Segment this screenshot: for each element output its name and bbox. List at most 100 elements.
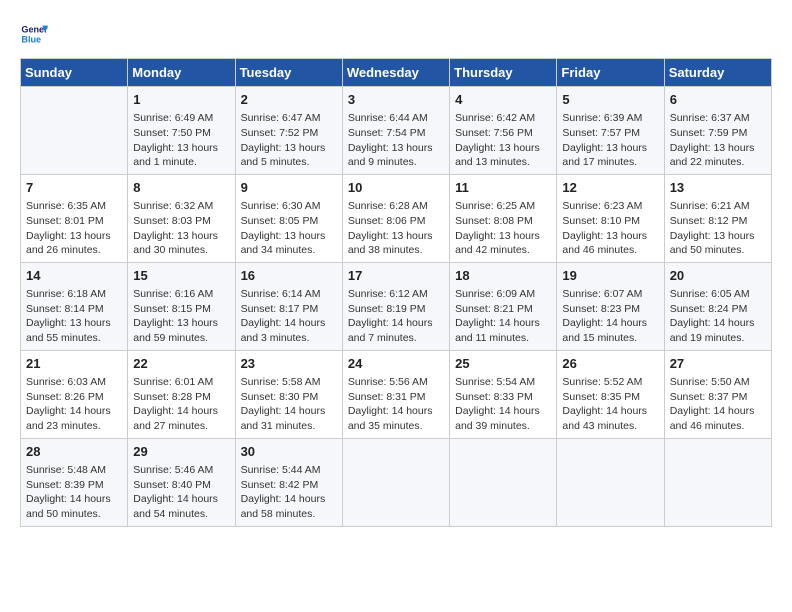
day-number: 14 xyxy=(26,267,122,285)
day-number: 9 xyxy=(241,179,337,197)
day-info: Sunrise: 6:25 AMSunset: 8:08 PMDaylight:… xyxy=(455,199,551,258)
day-info: Sunrise: 6:05 AMSunset: 8:24 PMDaylight:… xyxy=(670,287,766,346)
day-cell: 14 Sunrise: 6:18 AMSunset: 8:14 PMDayligh… xyxy=(21,262,128,350)
day-cell: 21Sunrise: 6:03 AMSunset: 8:26 PMDayligh… xyxy=(21,350,128,438)
day-cell: 10 Sunrise: 6:28 AMSunset: 8:06 PMDayligh… xyxy=(342,174,449,262)
day-info: Sunrise: 5:48 AMSunset: 8:39 PMDaylight:… xyxy=(26,463,122,522)
header-wednesday: Wednesday xyxy=(342,59,449,87)
day-info: Sunrise: 6:12 AMSunset: 8:19 PMDaylight:… xyxy=(348,287,444,346)
day-number: 13 xyxy=(670,179,766,197)
day-number: 12 xyxy=(562,179,658,197)
day-info: Sunrise: 6:47 AMSunset: 7:52 PMDaylight:… xyxy=(241,111,337,170)
day-info: Sunrise: 6:35 AMSunset: 8:01 PMDaylight:… xyxy=(26,199,122,258)
logo-icon: General Blue xyxy=(20,20,48,48)
day-info: Sunrise: 6:16 AMSunset: 8:15 PMDaylight:… xyxy=(133,287,229,346)
header-friday: Friday xyxy=(557,59,664,87)
day-number: 2 xyxy=(241,91,337,109)
day-cell: 28 Sunrise: 5:48 AMSunset: 8:39 PMDayligh… xyxy=(21,438,128,526)
day-cell: 4 Sunrise: 6:42 AMSunset: 7:56 PMDaylight… xyxy=(450,87,557,175)
day-number: 30 xyxy=(241,443,337,461)
day-info: Sunrise: 6:01 AMSunset: 8:28 PMDaylight:… xyxy=(133,375,229,434)
day-cell: 24 Sunrise: 5:56 AMSunset: 8:31 PMDayligh… xyxy=(342,350,449,438)
day-info: Sunrise: 6:32 AMSunset: 8:03 PMDaylight:… xyxy=(133,199,229,258)
day-cell: 2 Sunrise: 6:47 AMSunset: 7:52 PMDaylight… xyxy=(235,87,342,175)
day-cell: 8 Sunrise: 6:32 AMSunset: 8:03 PMDaylight… xyxy=(128,174,235,262)
day-number: 15 xyxy=(133,267,229,285)
svg-text:Blue: Blue xyxy=(21,34,41,44)
day-number: 26 xyxy=(562,355,658,373)
day-cell: 23 Sunrise: 5:58 AMSunset: 8:30 PMDayligh… xyxy=(235,350,342,438)
day-number: 27 xyxy=(670,355,766,373)
day-info: Sunrise: 6:39 AMSunset: 7:57 PMDaylight:… xyxy=(562,111,658,170)
day-cell: 22 Sunrise: 6:01 AMSunset: 8:28 PMDayligh… xyxy=(128,350,235,438)
day-cell: 5 Sunrise: 6:39 AMSunset: 7:57 PMDaylight… xyxy=(557,87,664,175)
day-number: 6 xyxy=(670,91,766,109)
day-info: Sunrise: 5:58 AMSunset: 8:30 PMDaylight:… xyxy=(241,375,337,434)
day-info: Sunrise: 5:50 AMSunset: 8:37 PMDaylight:… xyxy=(670,375,766,434)
day-info: Sunrise: 6:03 AMSunset: 8:26 PMDaylight:… xyxy=(26,375,122,434)
header-monday: Monday xyxy=(128,59,235,87)
day-number: 23 xyxy=(241,355,337,373)
header-saturday: Saturday xyxy=(664,59,771,87)
day-cell: 19Sunrise: 6:07 AMSunset: 8:23 PMDayligh… xyxy=(557,262,664,350)
calendar-table: SundayMondayTuesdayWednesdayThursdayFrid… xyxy=(20,58,772,527)
day-number: 22 xyxy=(133,355,229,373)
header-thursday: Thursday xyxy=(450,59,557,87)
day-cell: 25 Sunrise: 5:54 AMSunset: 8:33 PMDayligh… xyxy=(450,350,557,438)
day-number: 8 xyxy=(133,179,229,197)
day-number: 5 xyxy=(562,91,658,109)
day-cell xyxy=(21,87,128,175)
day-info: Sunrise: 6:49 AMSunset: 7:50 PMDaylight:… xyxy=(133,111,229,170)
day-number: 28 xyxy=(26,443,122,461)
day-number: 25 xyxy=(455,355,551,373)
day-info: Sunrise: 6:18 AMSunset: 8:14 PMDaylight:… xyxy=(26,287,122,346)
day-number: 20 xyxy=(670,267,766,285)
header-tuesday: Tuesday xyxy=(235,59,342,87)
day-cell: 29 Sunrise: 5:46 AMSunset: 8:40 PMDayligh… xyxy=(128,438,235,526)
day-cell: 6 Sunrise: 6:37 AMSunset: 7:59 PMDaylight… xyxy=(664,87,771,175)
day-number: 10 xyxy=(348,179,444,197)
day-cell: 11Sunrise: 6:25 AMSunset: 8:08 PMDayligh… xyxy=(450,174,557,262)
day-info: Sunrise: 6:37 AMSunset: 7:59 PMDaylight:… xyxy=(670,111,766,170)
header-sunday: Sunday xyxy=(21,59,128,87)
day-info: Sunrise: 6:28 AMSunset: 8:06 PMDaylight:… xyxy=(348,199,444,258)
week-row-3: 14 Sunrise: 6:18 AMSunset: 8:14 PMDayligh… xyxy=(21,262,772,350)
day-info: Sunrise: 6:23 AMSunset: 8:10 PMDaylight:… xyxy=(562,199,658,258)
day-cell xyxy=(450,438,557,526)
day-info: Sunrise: 5:56 AMSunset: 8:31 PMDaylight:… xyxy=(348,375,444,434)
day-cell: 1Sunrise: 6:49 AMSunset: 7:50 PMDaylight… xyxy=(128,87,235,175)
day-info: Sunrise: 5:44 AMSunset: 8:42 PMDaylight:… xyxy=(241,463,337,522)
week-row-4: 21Sunrise: 6:03 AMSunset: 8:26 PMDayligh… xyxy=(21,350,772,438)
day-cell xyxy=(557,438,664,526)
day-cell: 30 Sunrise: 5:44 AMSunset: 8:42 PMDayligh… xyxy=(235,438,342,526)
page-header: General Blue xyxy=(20,20,772,48)
day-cell xyxy=(664,438,771,526)
day-info: Sunrise: 6:44 AMSunset: 7:54 PMDaylight:… xyxy=(348,111,444,170)
day-cell: 20 Sunrise: 6:05 AMSunset: 8:24 PMDayligh… xyxy=(664,262,771,350)
day-cell: 27 Sunrise: 5:50 AMSunset: 8:37 PMDayligh… xyxy=(664,350,771,438)
day-number: 3 xyxy=(348,91,444,109)
day-cell: 18Sunrise: 6:09 AMSunset: 8:21 PMDayligh… xyxy=(450,262,557,350)
day-info: Sunrise: 5:54 AMSunset: 8:33 PMDaylight:… xyxy=(455,375,551,434)
header-row: SundayMondayTuesdayWednesdayThursdayFrid… xyxy=(21,59,772,87)
day-cell xyxy=(342,438,449,526)
day-info: Sunrise: 5:46 AMSunset: 8:40 PMDaylight:… xyxy=(133,463,229,522)
day-number: 29 xyxy=(133,443,229,461)
day-number: 17 xyxy=(348,267,444,285)
day-info: Sunrise: 6:21 AMSunset: 8:12 PMDaylight:… xyxy=(670,199,766,258)
day-number: 4 xyxy=(455,91,551,109)
logo: General Blue xyxy=(20,20,52,48)
day-info: Sunrise: 6:09 AMSunset: 8:21 PMDaylight:… xyxy=(455,287,551,346)
day-number: 24 xyxy=(348,355,444,373)
day-cell: 16Sunrise: 6:14 AMSunset: 8:17 PMDayligh… xyxy=(235,262,342,350)
day-cell: 15 Sunrise: 6:16 AMSunset: 8:15 PMDayligh… xyxy=(128,262,235,350)
day-info: Sunrise: 5:52 AMSunset: 8:35 PMDaylight:… xyxy=(562,375,658,434)
week-row-1: 1Sunrise: 6:49 AMSunset: 7:50 PMDaylight… xyxy=(21,87,772,175)
day-info: Sunrise: 6:42 AMSunset: 7:56 PMDaylight:… xyxy=(455,111,551,170)
day-number: 16 xyxy=(241,267,337,285)
day-cell: 17 Sunrise: 6:12 AMSunset: 8:19 PMDayligh… xyxy=(342,262,449,350)
week-row-2: 7 Sunrise: 6:35 AMSunset: 8:01 PMDaylight… xyxy=(21,174,772,262)
day-cell: 26 Sunrise: 5:52 AMSunset: 8:35 PMDayligh… xyxy=(557,350,664,438)
day-number: 19 xyxy=(562,267,658,285)
day-number: 7 xyxy=(26,179,122,197)
